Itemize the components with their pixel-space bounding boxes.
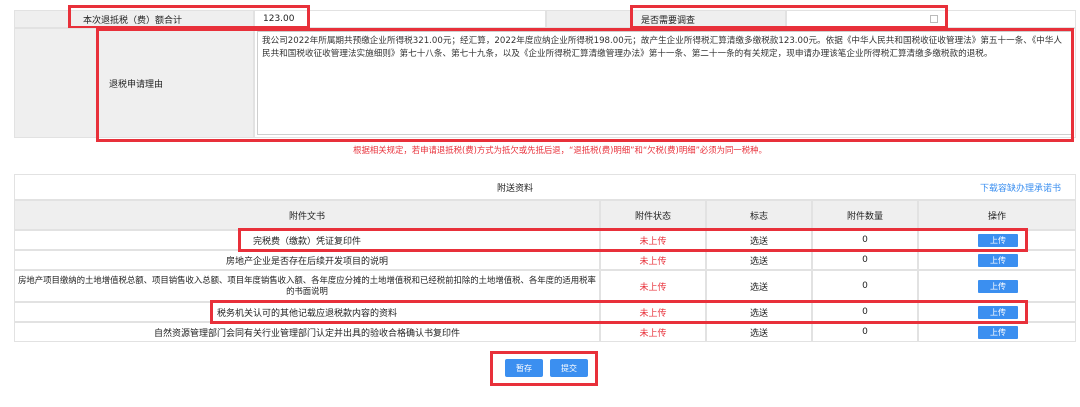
attachment-flag: 选送 xyxy=(749,282,768,293)
count-cell: 0 xyxy=(812,322,918,342)
header-attachment-count: 附件数量 xyxy=(812,200,918,230)
attachment-name: 自然资源管理部门会同有关行业管理部门认定并出具的验收合格确认书复印件 xyxy=(153,328,460,339)
attachments-title: 附送资料 xyxy=(496,183,533,194)
refund-total-value: 123.00 xyxy=(263,14,295,24)
action-cell: 上传 xyxy=(918,270,1076,302)
attachment-count: 0 xyxy=(862,327,868,337)
attachment-name: 税务机关认可的其他记载应退税款内容的资料 xyxy=(216,308,397,319)
reason-label: 退税申请理由 xyxy=(109,79,164,90)
attachment-status: 未上传 xyxy=(639,256,667,267)
reason-text: 我公司2022年所属期共预缴企业所得税321.00元；经汇算，2022年度应纳企… xyxy=(262,36,1062,59)
flag-cell: 选送 xyxy=(706,230,812,250)
status-cell: 未上传 xyxy=(600,230,706,250)
save-draft-button[interactable]: 暂存 xyxy=(505,359,543,377)
attachment-name: 完税费（缴款）凭证复印件 xyxy=(252,236,361,247)
header-label: 附件文书 xyxy=(288,211,325,222)
flag-cell: 选送 xyxy=(706,322,812,342)
upload-button[interactable]: 上传 xyxy=(978,306,1018,319)
attachment-name: 房地产企业是否存在后续开发项目的说明 xyxy=(225,256,388,267)
investigate-label: 是否需要调查 xyxy=(641,15,696,26)
header-attachment-status: 附件状态 xyxy=(600,200,706,230)
flag-cell: 选送 xyxy=(706,302,812,322)
header-label: 附件状态 xyxy=(634,211,671,222)
header-label: 标志 xyxy=(749,211,768,222)
refund-total-label-cell: 本次退抵税（费）额合计 xyxy=(14,10,254,28)
attachment-count: 0 xyxy=(862,255,868,265)
table-row-name-cell: 完税费（缴款）凭证复印件 xyxy=(14,230,600,250)
header-attachment-doc: 附件文书 xyxy=(14,200,600,230)
reason-textarea[interactable]: 我公司2022年所属期共预缴企业所得税321.00元；经汇算，2022年度应纳企… xyxy=(257,31,1073,135)
attachment-flag: 选送 xyxy=(749,308,768,319)
upload-button[interactable]: 上传 xyxy=(978,254,1018,267)
action-cell: 上传 xyxy=(918,322,1076,342)
attachment-count: 0 xyxy=(862,307,868,317)
status-cell: 未上传 xyxy=(600,270,706,302)
refund-total-value-cell: 123.00 xyxy=(254,10,546,28)
upload-button[interactable]: 上传 xyxy=(978,280,1018,293)
header-flag: 标志 xyxy=(706,200,812,230)
refund-total-label: 本次退抵税（费）额合计 xyxy=(83,15,183,26)
submit-button[interactable]: 提交 xyxy=(550,359,588,377)
attachment-status: 未上传 xyxy=(639,308,667,319)
reason-label-cell: 退税申请理由 xyxy=(14,28,254,138)
investigate-checkbox[interactable] xyxy=(930,15,938,23)
flag-cell: 选送 xyxy=(706,250,812,270)
action-cell: 上传 xyxy=(918,230,1076,250)
count-cell: 0 xyxy=(812,270,918,302)
status-cell: 未上传 xyxy=(600,322,706,342)
header-label: 操作 xyxy=(987,211,1006,222)
notice-text: 根据相关规定，若申请退抵税(费)方式为抵欠或先抵后退，“退抵税(费)明细”和“欠… xyxy=(353,145,767,155)
investigate-value-cell xyxy=(786,10,1076,28)
count-cell: 0 xyxy=(812,302,918,322)
attachment-flag: 选送 xyxy=(749,256,768,267)
table-row-name-cell: 房地产项目缴纳的土地增值税总额、项目销售收入总额、项目年度销售收入额、各年度应分… xyxy=(14,270,600,302)
count-cell: 0 xyxy=(812,250,918,270)
upload-button[interactable]: 上传 xyxy=(978,326,1018,339)
header-label: 附件数量 xyxy=(846,211,883,222)
table-row-name-cell: 税务机关认可的其他记载应退税款内容的资料 xyxy=(14,302,600,322)
attachment-flag: 选送 xyxy=(749,236,768,247)
status-cell: 未上传 xyxy=(600,250,706,270)
attachment-status: 未上传 xyxy=(639,328,667,339)
table-row-name-cell: 自然资源管理部门会同有关行业管理部门认定并出具的验收合格确认书复印件 xyxy=(14,322,600,342)
flag-cell: 选送 xyxy=(706,270,812,302)
attachment-status: 未上传 xyxy=(639,236,667,247)
attachment-status: 未上传 xyxy=(639,282,667,293)
action-cell: 上传 xyxy=(918,302,1076,322)
upload-button[interactable]: 上传 xyxy=(978,234,1018,247)
investigate-label-cell: 是否需要调查 xyxy=(546,10,786,28)
count-cell: 0 xyxy=(812,230,918,250)
action-cell: 上传 xyxy=(918,250,1076,270)
table-row-name-cell: 房地产企业是否存在后续开发项目的说明 xyxy=(14,250,600,270)
header-operation: 操作 xyxy=(918,200,1076,230)
attachment-flag: 选送 xyxy=(749,328,768,339)
download-commitment-link[interactable]: 下载容缺办理承诺书 xyxy=(980,181,1061,194)
attachment-name: 房地产项目缴纳的土地增值税总额、项目销售收入总额、项目年度销售收入额、各年度应分… xyxy=(18,275,596,296)
attachment-count: 0 xyxy=(862,235,868,245)
attachments-title-row: 附送资料 下载容缺办理承诺书 xyxy=(14,174,1076,200)
attachment-count: 0 xyxy=(862,281,868,291)
status-cell: 未上传 xyxy=(600,302,706,322)
